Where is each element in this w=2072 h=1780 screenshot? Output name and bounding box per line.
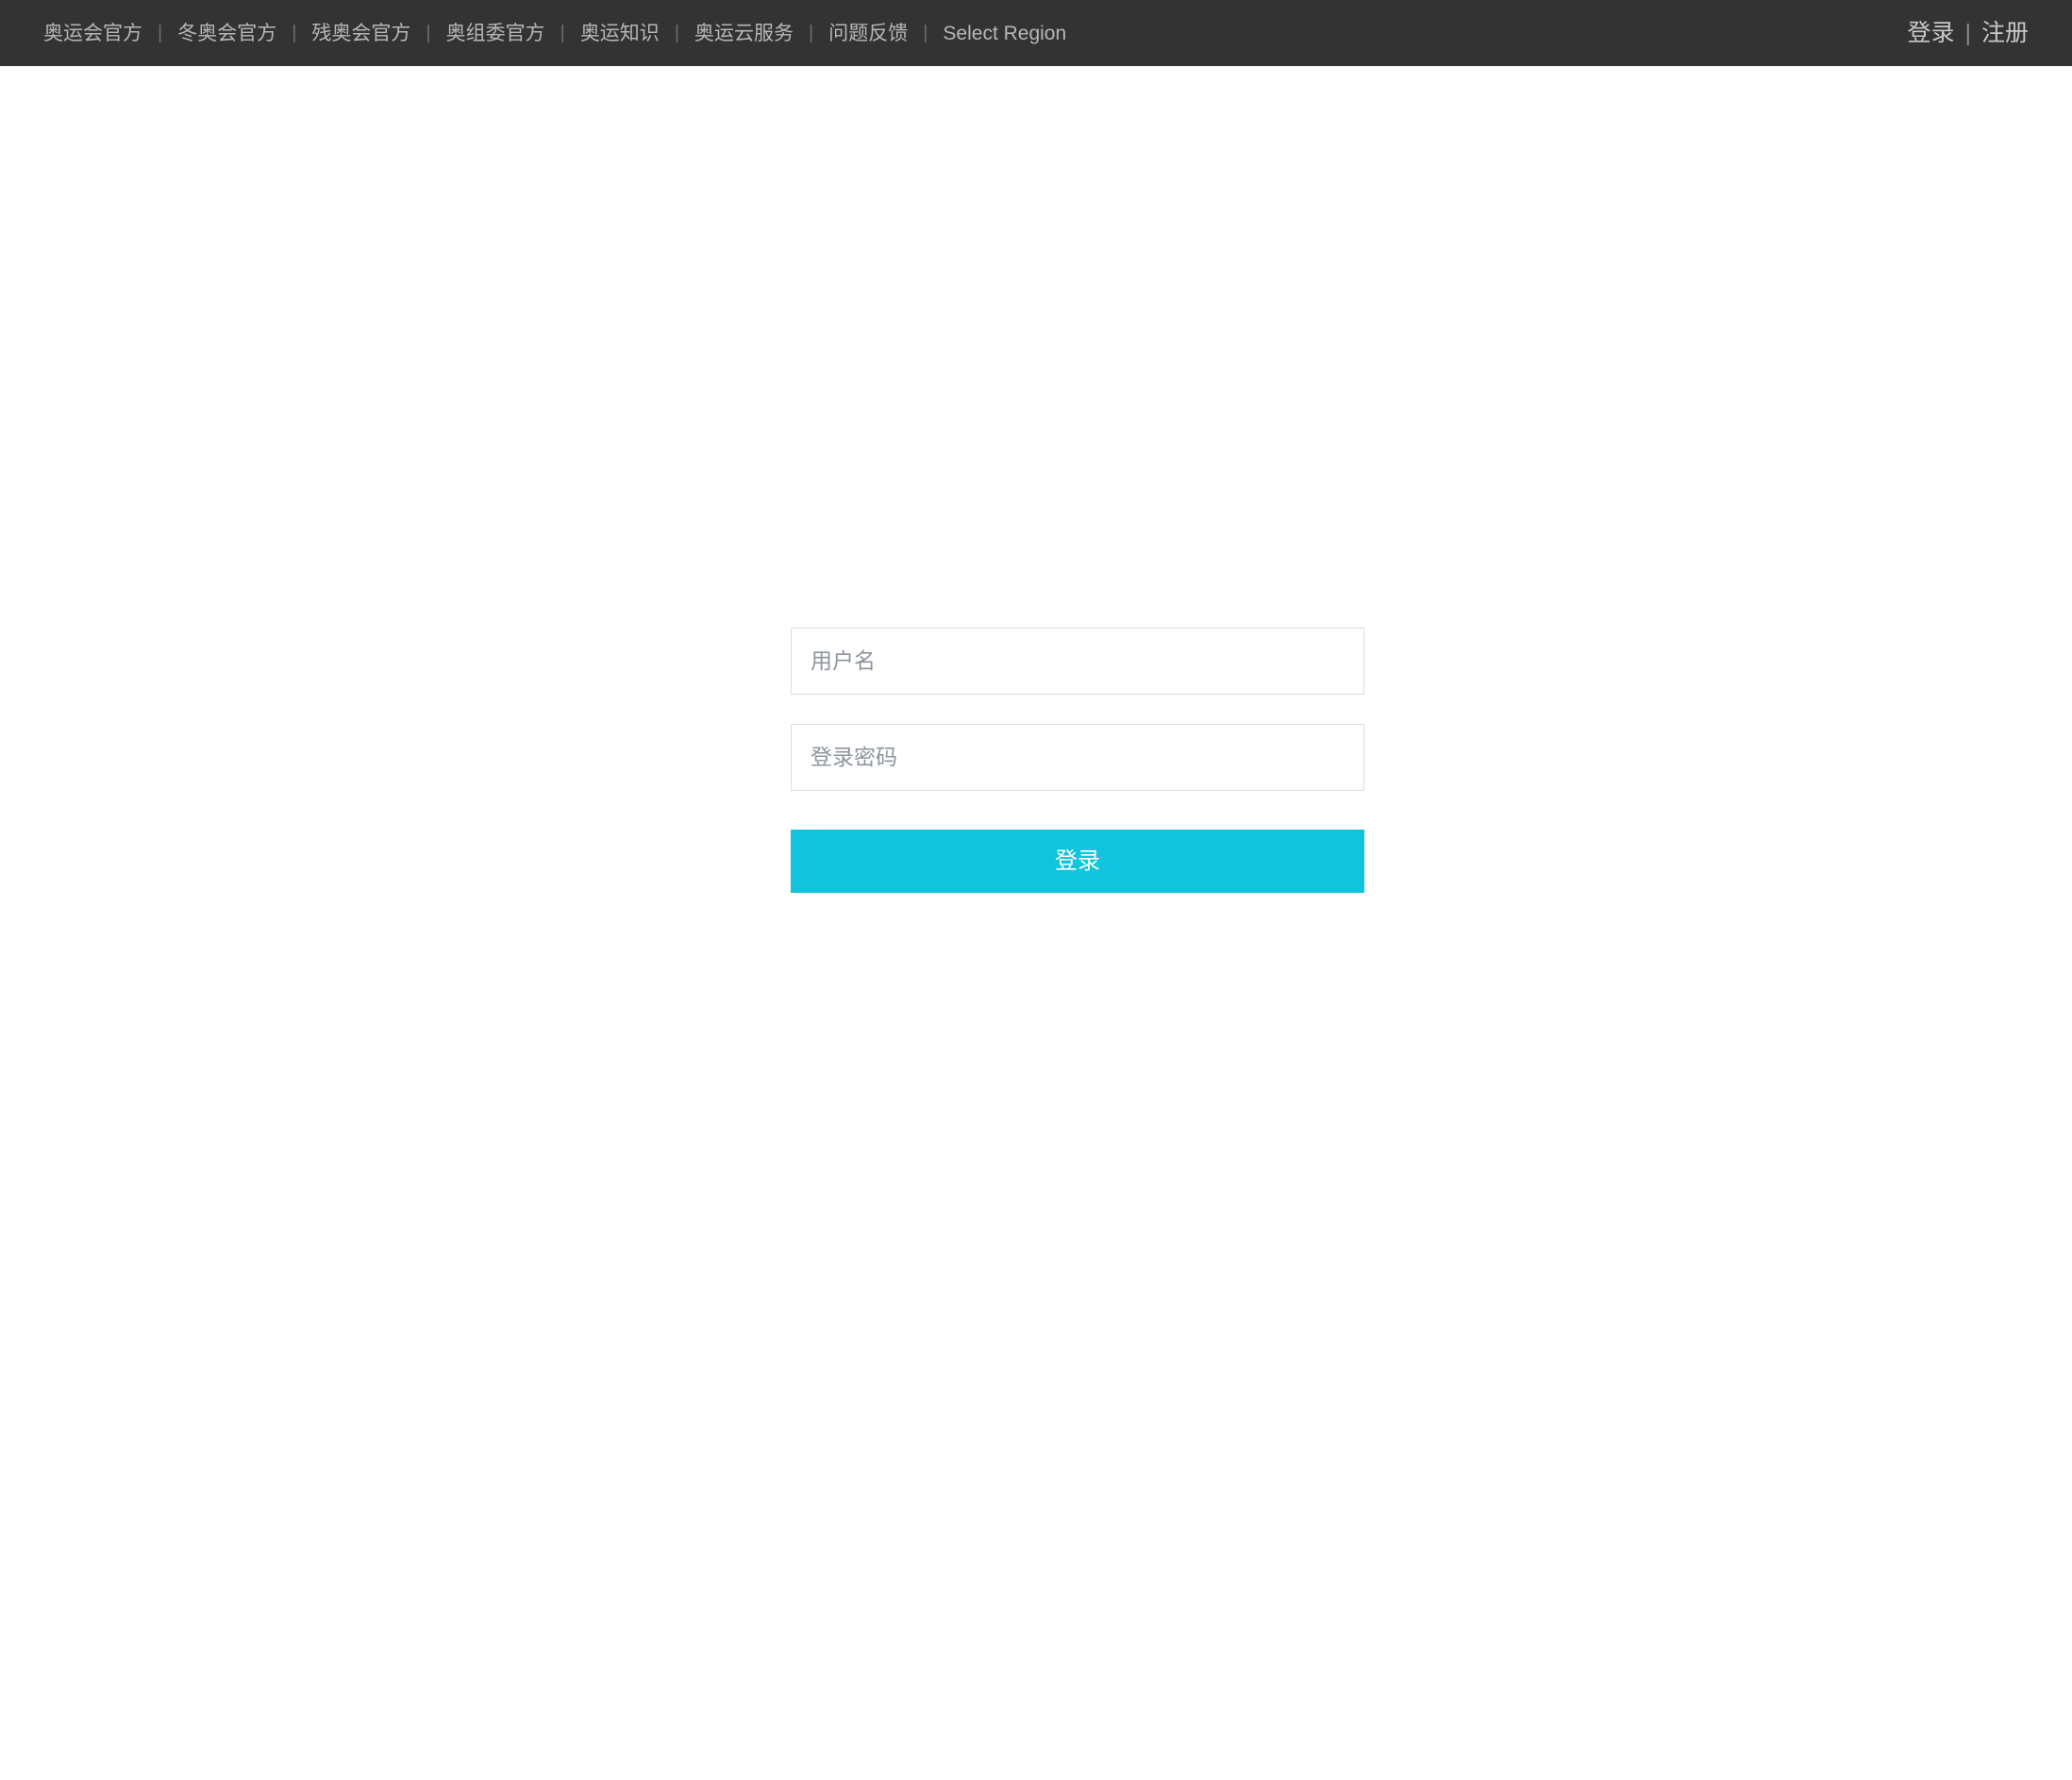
username-input[interactable] — [791, 628, 1364, 695]
nav-separator: | — [292, 23, 297, 43]
nav-link-paralympic-official[interactable]: 残奥会官方 — [311, 24, 410, 43]
password-input[interactable] — [791, 724, 1364, 791]
login-form: 登录 — [791, 628, 1364, 893]
nav-separator: | — [674, 23, 680, 43]
nav-link-feedback[interactable]: 问题反馈 — [828, 24, 908, 43]
nav-link-select-region[interactable]: Select Region — [943, 24, 1066, 43]
login-submit-button[interactable]: 登录 — [791, 830, 1364, 893]
site-links-nav: 奥运会官方 | 冬奥会官方 | 残奥会官方 | 奥组委官方 | 奥运知识 | 奥… — [43, 0, 1066, 66]
top-navigation-bar: 奥运会官方 | 冬奥会官方 | 残奥会官方 | 奥组委官方 | 奥运知识 | 奥… — [0, 0, 2072, 66]
nav-link-olympic-knowledge[interactable]: 奥运知识 — [580, 24, 660, 43]
nav-link-olympic-official[interactable]: 奥运会官方 — [43, 24, 142, 43]
nav-link-organizing-committee-official[interactable]: 奥组委官方 — [446, 24, 545, 43]
nav-link-olympic-cloud-service[interactable]: 奥运云服务 — [694, 24, 794, 43]
login-link[interactable]: 登录 — [1907, 21, 1954, 45]
field-spacer — [791, 695, 1364, 724]
nav-separator: | — [426, 23, 431, 43]
nav-separator: | — [158, 23, 163, 43]
auth-links: 登录 | 注册 — [1907, 0, 2029, 66]
nav-separator: | — [809, 23, 814, 43]
auth-separator: | — [1964, 19, 1971, 46]
nav-separator: | — [923, 23, 928, 43]
register-link[interactable]: 注册 — [1981, 21, 2029, 45]
nav-separator: | — [560, 23, 565, 43]
button-spacer — [791, 791, 1364, 830]
nav-link-winter-olympic-official[interactable]: 冬奥会官方 — [177, 24, 276, 43]
